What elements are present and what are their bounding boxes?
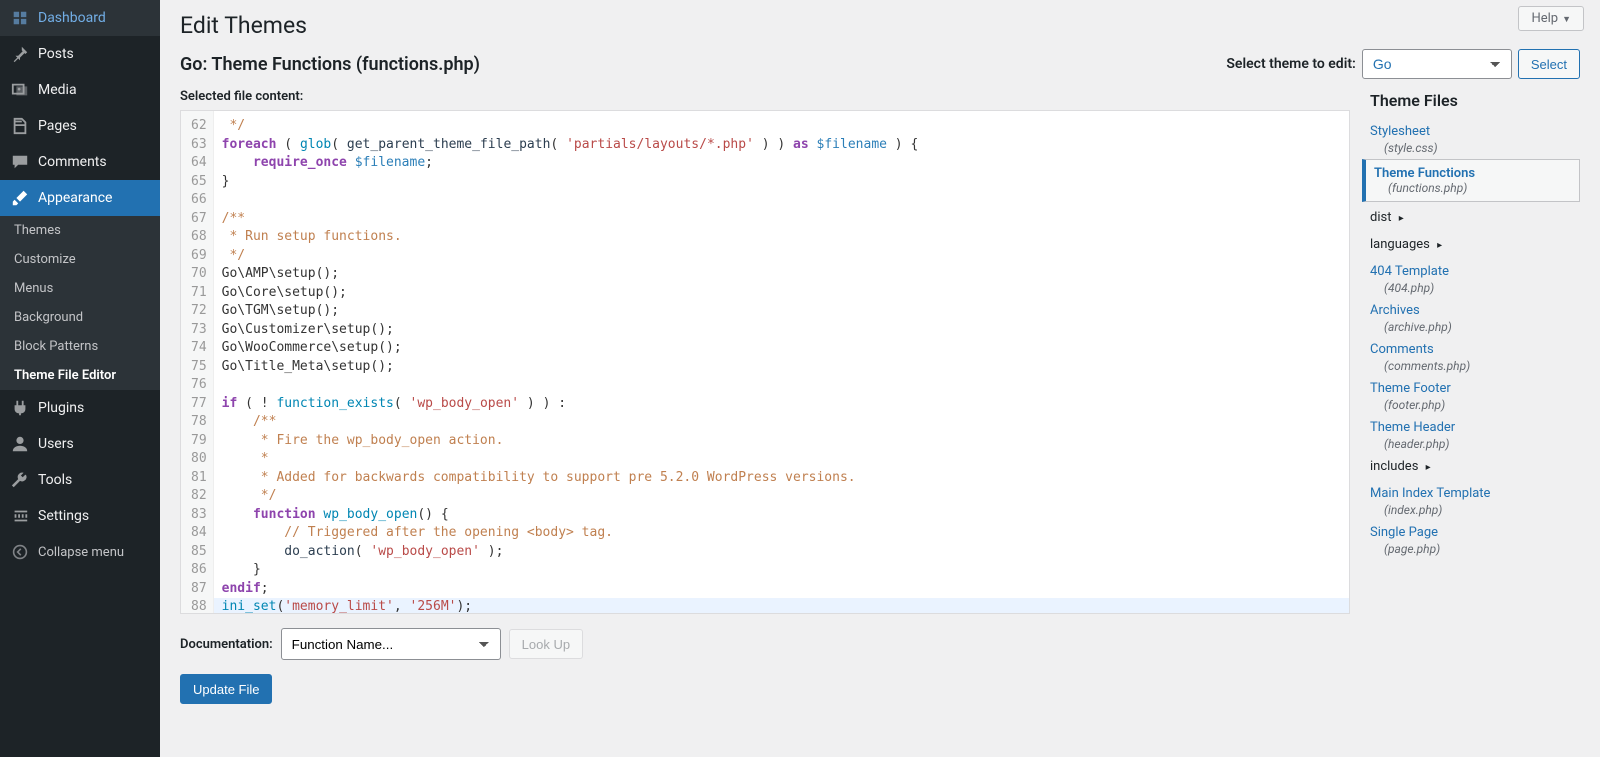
file-link-theme-header[interactable]: Theme Header — [1370, 416, 1580, 437]
theme-files-heading: Theme Files — [1370, 89, 1580, 110]
page-title: Edit Themes — [180, 0, 1580, 49]
file-link-theme-footer[interactable]: Theme Footer — [1370, 377, 1580, 398]
file-link-theme-functions[interactable]: Theme Functions — [1374, 166, 1571, 181]
caret-right-icon: ▸ — [1399, 213, 1404, 224]
help-tab[interactable]: Help▼ — [1518, 6, 1584, 31]
select-theme-button[interactable]: Select — [1518, 49, 1580, 79]
sidebar-item-settings[interactable]: Settings — [0, 498, 160, 534]
sidebar-item-dashboard[interactable]: Dashboard — [0, 0, 160, 36]
select-theme-label: Select theme to edit: — [1226, 56, 1355, 72]
sidebar-item-pages[interactable]: Pages — [0, 108, 160, 144]
caret-down-icon: ▼ — [1562, 15, 1571, 25]
file-link-main-index-template[interactable]: Main Index Template — [1370, 482, 1580, 503]
file-link-stylesheet[interactable]: Stylesheet — [1370, 120, 1580, 141]
documentation-label: Documentation: — [180, 637, 273, 652]
sidebar-item-media[interactable]: Media — [0, 72, 160, 108]
dashboard-icon — [10, 8, 30, 28]
selected-file-label: Selected file content: — [180, 89, 1350, 104]
admin-sidebar: DashboardPostsMediaPagesCommentsAppearan… — [0, 0, 160, 757]
comment-icon — [10, 152, 30, 172]
line-gutter: 6263646566676869707172737475767778798081… — [181, 111, 214, 613]
sidebar-item-tools[interactable]: Tools — [0, 462, 160, 498]
theme-files-list: Stylesheet(style.css)Theme Functions(fun… — [1370, 120, 1580, 556]
media-icon — [10, 80, 30, 100]
submenu-customize[interactable]: Customize — [0, 245, 160, 274]
update-file-button[interactable]: Update File — [180, 674, 272, 704]
sidebar-item-plugins[interactable]: Plugins — [0, 390, 160, 426]
documentation-select[interactable]: Function Name... — [281, 628, 501, 660]
collapse-menu-button[interactable]: Collapse menu — [0, 534, 160, 570]
file-link-404-template[interactable]: 404 Template — [1370, 260, 1580, 281]
plugin-icon — [10, 398, 30, 418]
caret-right-icon: ▸ — [1437, 240, 1442, 251]
main-content: Help▼ Edit Themes Go: Theme Functions (f… — [160, 0, 1600, 757]
sidebar-item-comments[interactable]: Comments — [0, 144, 160, 180]
file-link-archives[interactable]: Archives — [1370, 299, 1580, 320]
brush-icon — [10, 188, 30, 208]
folder-dist[interactable]: dist ▸ — [1370, 206, 1580, 229]
submenu-theme-file-editor[interactable]: Theme File Editor — [0, 361, 160, 390]
code-content[interactable]: */foreach ( glob( get_parent_theme_file_… — [214, 111, 1349, 613]
folder-languages[interactable]: languages ▸ — [1370, 233, 1580, 256]
appearance-submenu: ThemesCustomizeMenusBackgroundBlock Patt… — [0, 216, 160, 390]
collapse-label: Collapse menu — [38, 545, 124, 560]
code-editor[interactable]: 6263646566676869707172737475767778798081… — [180, 110, 1350, 614]
lookup-button[interactable]: Look Up — [509, 629, 583, 659]
file-link-single-page[interactable]: Single Page — [1370, 521, 1580, 542]
user-icon — [10, 434, 30, 454]
folder-includes[interactable]: includes ▸ — [1370, 455, 1580, 478]
sidebar-item-users[interactable]: Users — [0, 426, 160, 462]
file-link-comments[interactable]: Comments — [1370, 338, 1580, 359]
collapse-icon — [10, 542, 30, 562]
sidebar-item-posts[interactable]: Posts — [0, 36, 160, 72]
file-heading: Go: Theme Functions (functions.php) — [180, 54, 480, 75]
wrench-icon — [10, 470, 30, 490]
submenu-block-patterns[interactable]: Block Patterns — [0, 332, 160, 361]
submenu-menus[interactable]: Menus — [0, 274, 160, 303]
page-icon — [10, 116, 30, 136]
pin-icon — [10, 44, 30, 64]
submenu-themes[interactable]: Themes — [0, 216, 160, 245]
submenu-background[interactable]: Background — [0, 303, 160, 332]
gear-icon — [10, 506, 30, 526]
sidebar-item-appearance[interactable]: Appearance — [0, 180, 160, 216]
theme-select[interactable]: Go — [1362, 49, 1512, 79]
caret-right-icon: ▸ — [1426, 462, 1431, 473]
